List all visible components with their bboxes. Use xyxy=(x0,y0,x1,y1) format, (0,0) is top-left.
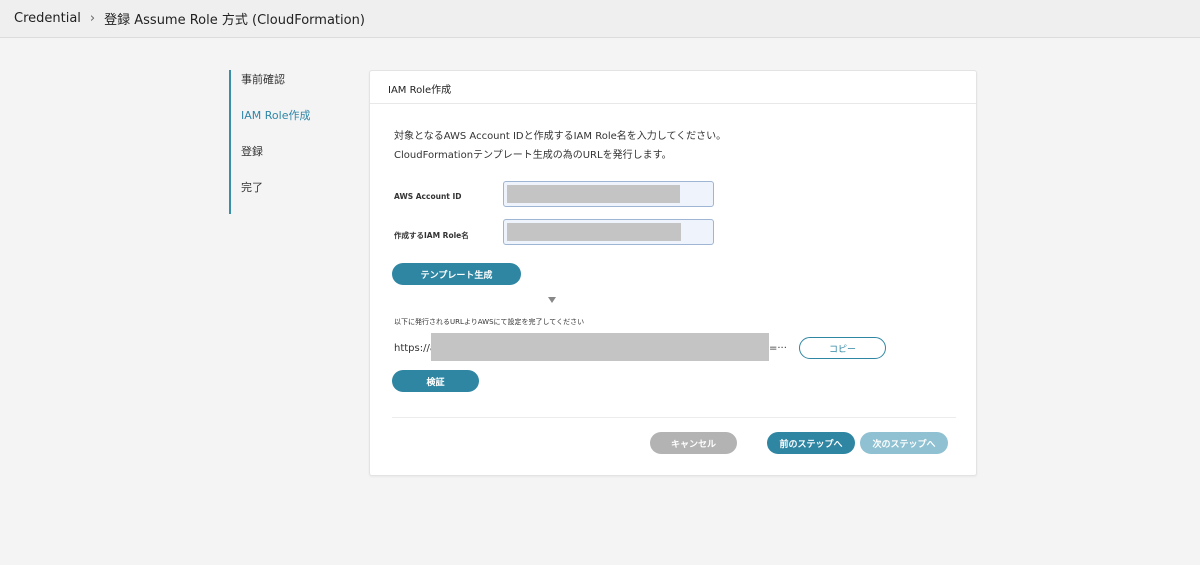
prev-step-button[interactable]: 前のステップへ xyxy=(767,432,855,454)
copy-button[interactable]: コピー xyxy=(799,337,886,359)
step-navigation: 事前確認 IAM Role作成 登録 完了 xyxy=(229,70,310,214)
role-name-label: 作成するIAM Role名 xyxy=(394,231,469,240)
breadcrumb: Credential › 登録 Assume Role 方式 (CloudFor… xyxy=(0,0,1200,38)
step-complete: 完了 xyxy=(241,181,263,194)
cancel-button[interactable]: キャンセル xyxy=(650,432,737,454)
account-id-label: AWS Account ID xyxy=(394,192,462,201)
role-name-input[interactable] xyxy=(503,219,714,245)
card-title: IAM Role作成 xyxy=(370,71,976,104)
generate-template-button[interactable]: テンプレート生成 xyxy=(392,263,521,285)
redacted-value xyxy=(507,185,680,203)
chevron-right-icon: › xyxy=(89,11,96,26)
arrow-down-icon xyxy=(548,297,556,303)
account-id-input[interactable] xyxy=(503,181,714,207)
next-step-button[interactable]: 次のステップへ xyxy=(860,432,948,454)
generated-url-prefix: https://a xyxy=(394,343,436,354)
intro-line-1: 対象となるAWS Account IDと作成するIAM Role名を入力してくだ… xyxy=(394,131,727,142)
generated-url-suffix: =··· xyxy=(769,343,787,354)
redacted-value xyxy=(507,223,681,241)
intro-line-2: CloudFormationテンプレート生成の為のURLを発行します。 xyxy=(394,150,672,161)
step-iam-role: IAM Role作成 xyxy=(241,109,311,122)
url-note: 以下に発行されるURLよりAWSにて設定を完了してください xyxy=(394,318,585,326)
verify-button[interactable]: 検証 xyxy=(392,370,479,392)
iam-role-card: IAM Role作成 対象となるAWS Account IDと作成するIAM R… xyxy=(369,70,977,476)
intro-text: 対象となるAWS Account IDと作成するIAM Role名を入力してくだ… xyxy=(394,127,726,165)
divider xyxy=(392,417,956,418)
breadcrumb-current: 登録 Assume Role 方式 (CloudFormation) xyxy=(104,13,365,28)
step-precheck: 事前確認 xyxy=(241,73,285,86)
breadcrumb-root[interactable]: Credential xyxy=(14,11,81,26)
step-register: 登録 xyxy=(241,145,263,158)
redacted-url xyxy=(431,333,769,361)
